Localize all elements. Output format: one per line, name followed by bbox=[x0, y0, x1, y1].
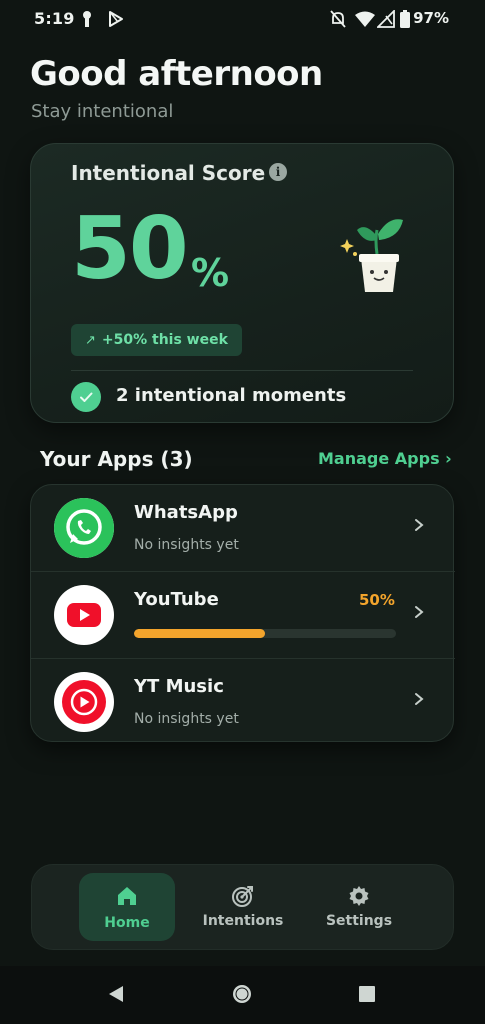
check-circle-icon bbox=[71, 382, 101, 412]
score-value: 50 bbox=[71, 199, 189, 299]
play-store-icon bbox=[109, 11, 123, 27]
whatsapp-icon bbox=[54, 498, 114, 558]
card-divider bbox=[71, 370, 413, 371]
your-apps-title: Your Apps (3) bbox=[40, 447, 193, 471]
gear-icon bbox=[349, 886, 369, 906]
back-icon[interactable] bbox=[106, 984, 126, 1004]
greeting-title: Good afternoon bbox=[30, 54, 323, 94]
trend-arrow-icon: ↗ bbox=[85, 333, 96, 348]
weekly-trend-badge: ↗ +50% this week bbox=[71, 324, 242, 356]
chevron-right-icon bbox=[415, 606, 424, 618]
app-row-whatsapp[interactable]: WhatsApp No insights yet bbox=[31, 485, 455, 571]
app-score-percent: 50% bbox=[359, 591, 395, 609]
chevron-right-icon bbox=[415, 693, 424, 705]
app-name: WhatsApp bbox=[134, 502, 238, 523]
signal-icon bbox=[377, 10, 395, 28]
app-progress-fill bbox=[134, 629, 265, 638]
nav-settings[interactable]: Settings bbox=[311, 873, 407, 941]
notifications-off-icon bbox=[330, 10, 346, 28]
key-icon bbox=[83, 11, 91, 27]
info-icon[interactable]: i bbox=[269, 163, 287, 181]
app-insight-text: No insights yet bbox=[134, 711, 239, 727]
app-name: YouTube bbox=[134, 589, 219, 610]
chevron-right-icon bbox=[415, 519, 424, 531]
wifi-icon bbox=[355, 11, 375, 27]
app-name: YT Music bbox=[134, 676, 224, 697]
nav-label: Home bbox=[104, 915, 150, 931]
battery-percent: 97% bbox=[413, 9, 449, 27]
nav-home[interactable]: Home bbox=[79, 873, 175, 941]
intentional-moments-count: 2 intentional moments bbox=[116, 385, 347, 406]
status-time: 5:19 bbox=[34, 9, 75, 28]
nav-label: Intentions bbox=[202, 913, 284, 929]
plant-pot-icon bbox=[340, 219, 403, 292]
bottom-navigation: Home Intentions Settings bbox=[31, 864, 454, 950]
score-card-title: Intentional Score bbox=[71, 161, 266, 185]
nav-label: Settings bbox=[325, 913, 393, 929]
recents-icon[interactable] bbox=[358, 985, 376, 1003]
system-navigation-bar bbox=[0, 966, 485, 1024]
app-progress-bar bbox=[134, 629, 396, 638]
battery-icon bbox=[400, 10, 410, 28]
app-row-youtube[interactable]: YouTube 50% bbox=[31, 572, 455, 658]
greeting-subtitle: Stay intentional bbox=[31, 101, 174, 122]
home-icon bbox=[118, 887, 136, 905]
target-icon bbox=[232, 886, 253, 907]
app-insight-text: No insights yet bbox=[134, 537, 239, 553]
youtube-icon bbox=[54, 585, 114, 645]
apps-list: WhatsApp No insights yet YouTube 50% YT … bbox=[30, 484, 455, 745]
app-row-yt-music[interactable]: YT Music No insights yet bbox=[31, 659, 455, 745]
weekly-trend-text: +50% this week bbox=[101, 332, 228, 348]
nav-intentions[interactable]: Intentions bbox=[195, 873, 291, 941]
home-button-icon[interactable] bbox=[231, 983, 253, 1005]
status-bar: 5:19 97% bbox=[0, 0, 485, 38]
yt-music-icon bbox=[54, 672, 114, 732]
intentional-score-card[interactable]: Intentional Score i 50 % ↗ +50% this week… bbox=[30, 143, 454, 423]
score-unit: % bbox=[191, 251, 230, 295]
manage-apps-link[interactable]: Manage Apps › bbox=[318, 449, 452, 468]
